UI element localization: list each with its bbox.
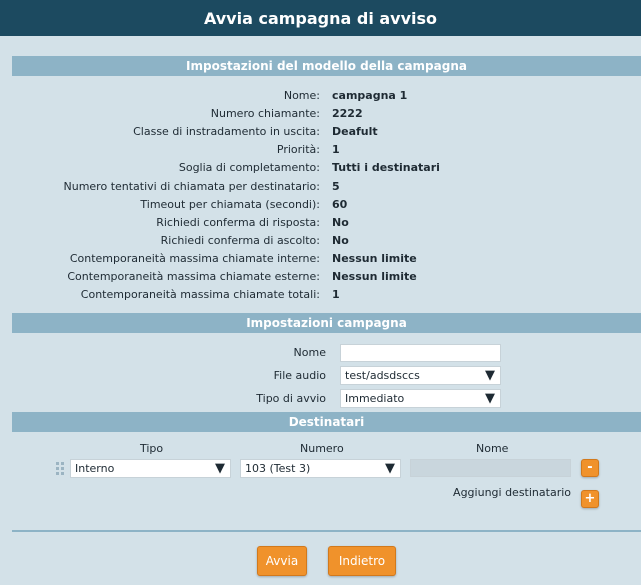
model-setting-row: Richiedi conferma di ascolto: No	[0, 232, 641, 250]
start-type-label: Tipo di avvio	[256, 392, 326, 405]
model-setting-value: 1	[332, 288, 340, 302]
model-setting-label: Contemporaneità massima chiamate esterne…	[67, 270, 320, 283]
audio-file-select[interactable]: test/adsdsccs ▼	[340, 366, 501, 385]
model-setting-value: 5	[332, 179, 340, 193]
model-setting-value: Deafult	[332, 125, 378, 139]
recipient-number-value: 103 (Test 3)	[245, 462, 311, 475]
model-setting-value: campagna 1	[332, 89, 408, 102]
model-setting-value: No	[332, 233, 349, 247]
model-setting-value: 1	[332, 143, 340, 157]
model-setting-row: Classe di instradamento in uscita: Deaful…	[0, 123, 641, 141]
chevron-down-icon: ▼	[385, 461, 395, 476]
audio-file-value: test/adsdsccs	[345, 369, 420, 382]
model-setting-row: Soglia di completamento: Tutti i destinat…	[0, 159, 641, 177]
add-recipient-label: Aggiungi destinatario	[453, 486, 571, 499]
model-setting-row: Timeout per chiamata (secondi): 60	[0, 196, 641, 214]
start-type-value: Immediato	[345, 392, 405, 405]
recipient-type-select[interactable]: Interno ▼	[70, 459, 231, 478]
start-type-select[interactable]: Immediato ▼	[340, 389, 501, 408]
model-setting-value: 60	[332, 197, 348, 211]
model-setting-label: Soglia di completamento:	[178, 161, 320, 175]
model-setting-label: Richiedi conferma di ascolto:	[160, 233, 320, 247]
back-button[interactable]: Indietro	[328, 546, 396, 576]
model-setting-value: Tutti i destinatari	[332, 161, 440, 175]
model-setting-label: Numero chiamante:	[210, 107, 320, 121]
model-setting-value: No	[332, 215, 349, 229]
recipients-header: Destinatari	[12, 412, 641, 432]
model-setting-label: Numero tentativi di chiamata per destina…	[63, 179, 321, 193]
model-setting-row: Contemporaneità massima chiamate interne…	[0, 250, 641, 268]
model-setting-label: Classe di instradamento in uscita:	[133, 125, 320, 139]
model-setting-label: Timeout per chiamata (secondi):	[140, 197, 320, 211]
model-setting-label: Nome:	[283, 89, 320, 102]
model-setting-row: Numero tentativi di chiamata per destina…	[0, 178, 641, 196]
chevron-down-icon: ▼	[485, 391, 495, 406]
recipient-name-input[interactable]	[410, 459, 571, 477]
remove-recipient-button[interactable]: -	[581, 459, 599, 477]
recipient-number-select[interactable]: 103 (Test 3) ▼	[240, 459, 401, 478]
campaign-settings-header: Impostazioni campagna	[12, 313, 641, 333]
model-setting-label: Priorità:	[276, 143, 320, 157]
add-recipient-button[interactable]: +	[581, 490, 599, 508]
audio-file-label: File audio	[273, 369, 326, 382]
model-setting-label: Contemporaneità massima chiamate totali:	[80, 288, 320, 302]
col-header-type: Tipo	[140, 442, 164, 455]
campaign-name-input[interactable]	[340, 344, 501, 362]
model-setting-value: 2222	[332, 107, 363, 121]
col-header-number: Numero	[300, 442, 344, 455]
model-setting-row: Priorità: 1	[0, 141, 641, 159]
campaign-name-label: Nome	[293, 346, 326, 359]
drag-handle-icon[interactable]	[56, 462, 66, 476]
window-title: Avvia campagna di avviso	[0, 0, 641, 36]
model-setting-value: Nessun limite	[332, 270, 417, 283]
chevron-down-icon: ▼	[215, 461, 225, 476]
start-button[interactable]: Avvia	[257, 546, 307, 576]
model-settings-header: Impostazioni del modello della campagna	[12, 56, 641, 76]
model-setting-row: Contemporaneità massima chiamate totali:…	[0, 286, 641, 304]
divider	[12, 530, 641, 532]
model-setting-label: Richiedi conferma di risposta:	[156, 215, 320, 229]
model-setting-row: Contemporaneità massima chiamate esterne…	[0, 268, 641, 286]
model-setting-value: Nessun limite	[332, 251, 417, 265]
model-setting-row: Numero chiamante: 2222	[0, 105, 641, 123]
chevron-down-icon: ▼	[485, 368, 495, 383]
model-setting-row: Nome: campagna 1	[0, 87, 641, 105]
model-setting-row: Richiedi conferma di risposta: No	[0, 214, 641, 232]
model-setting-label: Contemporaneità massima chiamate interne…	[69, 251, 320, 265]
col-header-name: Nome	[476, 442, 509, 455]
recipient-type-value: Interno	[75, 462, 115, 475]
